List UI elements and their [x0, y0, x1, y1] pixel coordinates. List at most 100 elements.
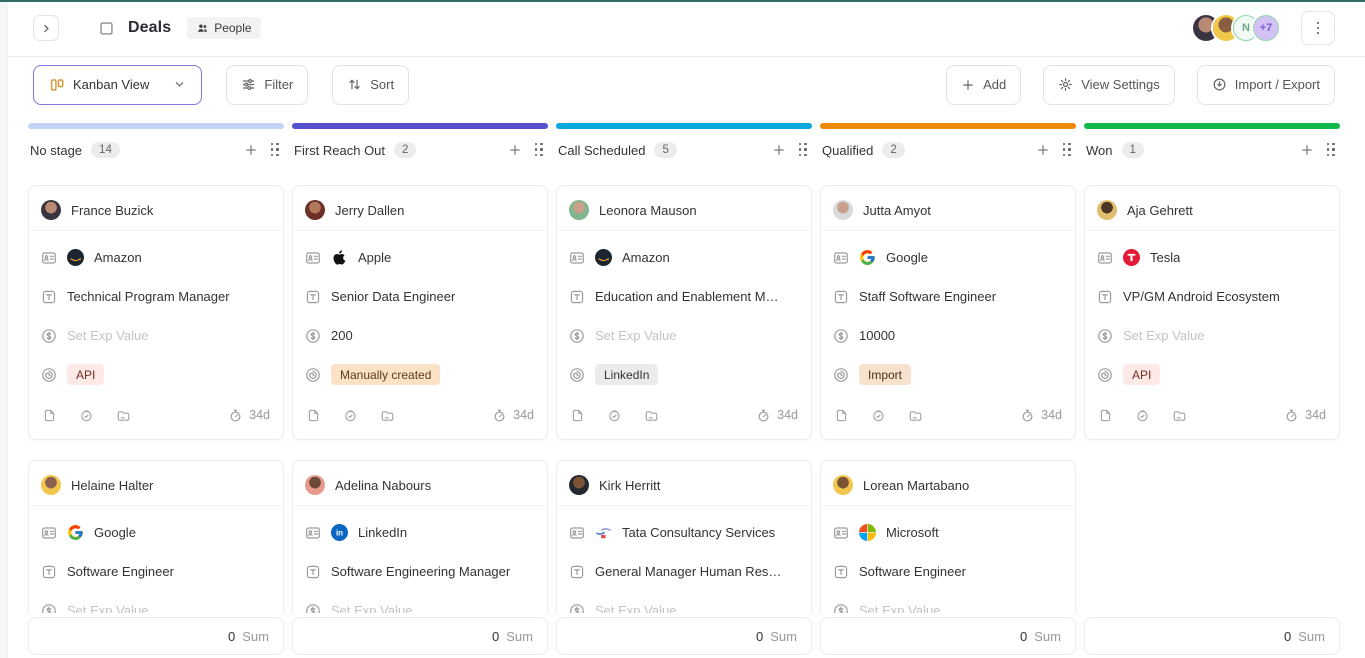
exp-value-field[interactable]: Set Exp Value	[41, 323, 271, 348]
spiral-icon	[833, 367, 849, 383]
deal-card[interactable]: Kirk Herritt Tata Consultancy Services G…	[556, 460, 812, 613]
creation-source-tag: Import	[859, 364, 911, 385]
member-avatar-7[interactable]: +7	[1253, 15, 1279, 41]
view-settings-button[interactable]: View Settings	[1043, 65, 1175, 105]
column-sum-value: 0	[492, 629, 499, 644]
related-badge-label: People	[214, 21, 251, 35]
company-field[interactable]: Tesla	[1097, 245, 1327, 270]
folder-icon[interactable]	[380, 408, 395, 423]
job-title-field[interactable]: Software Engineering Manager	[305, 559, 535, 584]
letter-t-icon	[833, 289, 849, 305]
person-avatar	[41, 200, 61, 220]
column-add-card-button[interactable]	[242, 141, 260, 159]
task-check-icon[interactable]	[1135, 408, 1150, 423]
note-icon[interactable]	[834, 408, 849, 423]
job-title-field[interactable]: Technical Program Manager	[41, 284, 271, 309]
person-avatar	[833, 475, 853, 495]
task-check-icon[interactable]	[79, 408, 94, 423]
import-export-label: Import / Export	[1235, 77, 1320, 92]
card-footer: 34d	[833, 403, 1063, 427]
exp-value-field[interactable]: Set Exp Value	[569, 323, 799, 348]
deal-card[interactable]: Jutta Amyot Google Staff Software Engine…	[820, 185, 1076, 440]
card-body: in LinkedIn Software Engineering Manager…	[293, 520, 547, 613]
company-field[interactable]: in LinkedIn	[305, 520, 535, 545]
note-icon[interactable]	[42, 408, 57, 423]
view-switcher-dropdown[interactable]: Kanban View	[33, 65, 202, 105]
exp-value: Set Exp Value	[595, 603, 676, 613]
import-export-button[interactable]: Import / Export	[1197, 65, 1335, 105]
company-logo-linkedin: in	[331, 524, 348, 541]
exp-value-field[interactable]: 10000	[833, 323, 1063, 348]
creation-source-field[interactable]: API	[41, 362, 271, 387]
column-add-card-button[interactable]	[1298, 141, 1316, 159]
column-drag-handle-icon[interactable]	[269, 141, 283, 160]
exp-value-field[interactable]: Set Exp Value	[833, 598, 1063, 613]
company-field[interactable]: Google	[41, 520, 271, 545]
column-title: First Reach Out	[294, 143, 385, 158]
add-record-button[interactable]: Add	[946, 65, 1021, 105]
column-cards: France Buzick Amazon Technical Program M…	[28, 185, 284, 613]
column-sum-label: Sum	[770, 629, 797, 644]
deal-card[interactable]: France Buzick Amazon Technical Program M…	[28, 185, 284, 440]
deal-card[interactable]: Helaine Halter Google Software Engineer …	[28, 460, 284, 613]
folder-icon[interactable]	[644, 408, 659, 423]
company-field[interactable]: Apple	[305, 245, 535, 270]
column-add-card-button[interactable]	[770, 141, 788, 159]
note-icon[interactable]	[570, 408, 585, 423]
column-drag-handle-icon[interactable]	[1325, 141, 1339, 160]
folder-icon[interactable]	[1172, 408, 1187, 423]
column-header: No stage 14	[28, 135, 284, 165]
card-header: Jerry Dallen	[293, 186, 547, 231]
letter-t-icon	[1097, 289, 1113, 305]
folder-icon[interactable]	[908, 408, 923, 423]
job-title-field[interactable]: Software Engineer	[41, 559, 271, 584]
sort-button[interactable]: Sort	[332, 65, 409, 105]
company-field[interactable]: Tata Consultancy Services	[569, 520, 799, 545]
filter-label: Filter	[264, 77, 293, 92]
company-field[interactable]: Google	[833, 245, 1063, 270]
exp-value-field[interactable]: Set Exp Value	[41, 598, 271, 613]
expand-sidebar-button[interactable]	[33, 15, 59, 41]
exp-value-field[interactable]: Set Exp Value	[305, 598, 535, 613]
note-icon[interactable]	[1098, 408, 1113, 423]
plus-icon	[1300, 143, 1314, 157]
task-check-icon[interactable]	[871, 408, 886, 423]
deal-card[interactable]: Adelina Nabours in LinkedIn Software Eng…	[292, 460, 548, 613]
job-title-field[interactable]: Senior Data Engineer	[305, 284, 535, 309]
creation-source-field[interactable]: Manually created	[305, 362, 535, 387]
page-menu-button[interactable]	[1301, 11, 1335, 45]
job-title-field[interactable]: VP/GM Android Ecosystem	[1097, 284, 1327, 309]
deal-card[interactable]: Aja Gehrett Tesla VP/GM Android Ecosyste…	[1084, 185, 1340, 440]
column-drag-handle-icon[interactable]	[1061, 141, 1075, 160]
column-add-card-button[interactable]	[1034, 141, 1052, 159]
column-drag-handle-icon[interactable]	[533, 141, 547, 160]
contact-card-icon	[569, 525, 585, 541]
company-field[interactable]: Amazon	[41, 245, 271, 270]
folder-icon[interactable]	[116, 408, 131, 423]
column-add-card-button[interactable]	[506, 141, 524, 159]
job-title-field[interactable]: Education and Enablement M…	[569, 284, 799, 309]
deal-card[interactable]: Jerry Dallen Apple Senior Data Engineer …	[292, 185, 548, 440]
company-field[interactable]: Microsoft	[833, 520, 1063, 545]
company-field[interactable]: Amazon	[569, 245, 799, 270]
deal-card[interactable]: Lorean Martabano Microsoft Software Engi…	[820, 460, 1076, 613]
exp-value-field[interactable]: Set Exp Value	[569, 598, 799, 613]
job-title-field[interactable]: Software Engineer	[833, 559, 1063, 584]
sort-label: Sort	[370, 77, 394, 92]
creation-source-field[interactable]: API	[1097, 362, 1327, 387]
deal-card[interactable]: Leonora Mauson Amazon Education and Enab…	[556, 185, 812, 440]
creation-source-field[interactable]: LinkedIn	[569, 362, 799, 387]
exp-value: 10000	[859, 328, 895, 343]
task-check-icon[interactable]	[343, 408, 358, 423]
column-drag-handle-icon[interactable]	[797, 141, 811, 160]
exp-value-field[interactable]: Set Exp Value	[1097, 323, 1327, 348]
note-icon[interactable]	[306, 408, 321, 423]
exp-value-field[interactable]: 200	[305, 323, 535, 348]
job-title-field[interactable]: General Manager Human Res…	[569, 559, 799, 584]
job-title-field[interactable]: Staff Software Engineer	[833, 284, 1063, 309]
creation-source-field[interactable]: Import	[833, 362, 1063, 387]
related-people-badge[interactable]: People	[187, 17, 260, 39]
column-count-badge: 5	[654, 142, 676, 158]
filter-button[interactable]: Filter	[226, 65, 308, 105]
task-check-icon[interactable]	[607, 408, 622, 423]
